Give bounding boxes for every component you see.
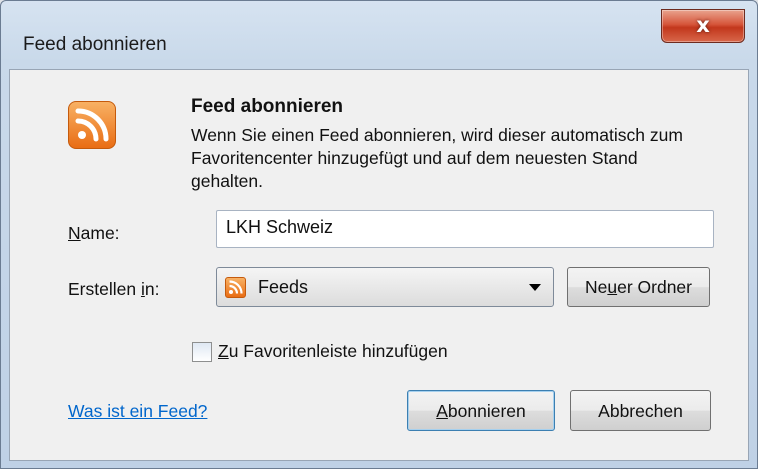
folder-select[interactable]: Feeds	[216, 267, 554, 307]
title-bar[interactable]: Feed abonnieren x	[1, 1, 757, 71]
folder-select-value: Feeds	[258, 277, 309, 297]
what-is-feed-link[interactable]: Was ist ein Feed?	[68, 401, 207, 422]
window-title: Feed abonnieren	[23, 34, 167, 55]
cancel-button[interactable]: Abbrechen	[570, 390, 711, 431]
favorites-bar-checkbox-label[interactable]: Zu Favoritenleiste hinzufügen	[218, 341, 448, 362]
create-in-label: Erstellen in:	[68, 279, 160, 299]
dialog-description: Wenn Sie einen Feed abonnieren, wird die…	[191, 125, 683, 191]
rss-feed-icon	[68, 101, 116, 149]
dialog-heading: Feed abonnieren	[191, 96, 344, 117]
favorites-bar-checkbox[interactable]	[192, 342, 212, 362]
close-button[interactable]: x	[661, 9, 745, 43]
subscribe-button[interactable]: Abonnieren	[407, 390, 555, 431]
close-icon: x	[696, 13, 710, 37]
new-folder-button[interactable]: Neuer Ordner	[567, 267, 710, 307]
name-input[interactable]: LKH Schweiz	[216, 210, 714, 248]
dialog-window: Feed abonnieren x Feed abonnieren Wenn S…	[0, 0, 758, 469]
name-label: Name:	[68, 223, 120, 243]
rss-folder-icon	[225, 277, 246, 298]
dialog-body: Feed abonnieren Wenn Sie einen Feed abon…	[9, 69, 749, 461]
chevron-down-icon[interactable]	[529, 284, 541, 291]
